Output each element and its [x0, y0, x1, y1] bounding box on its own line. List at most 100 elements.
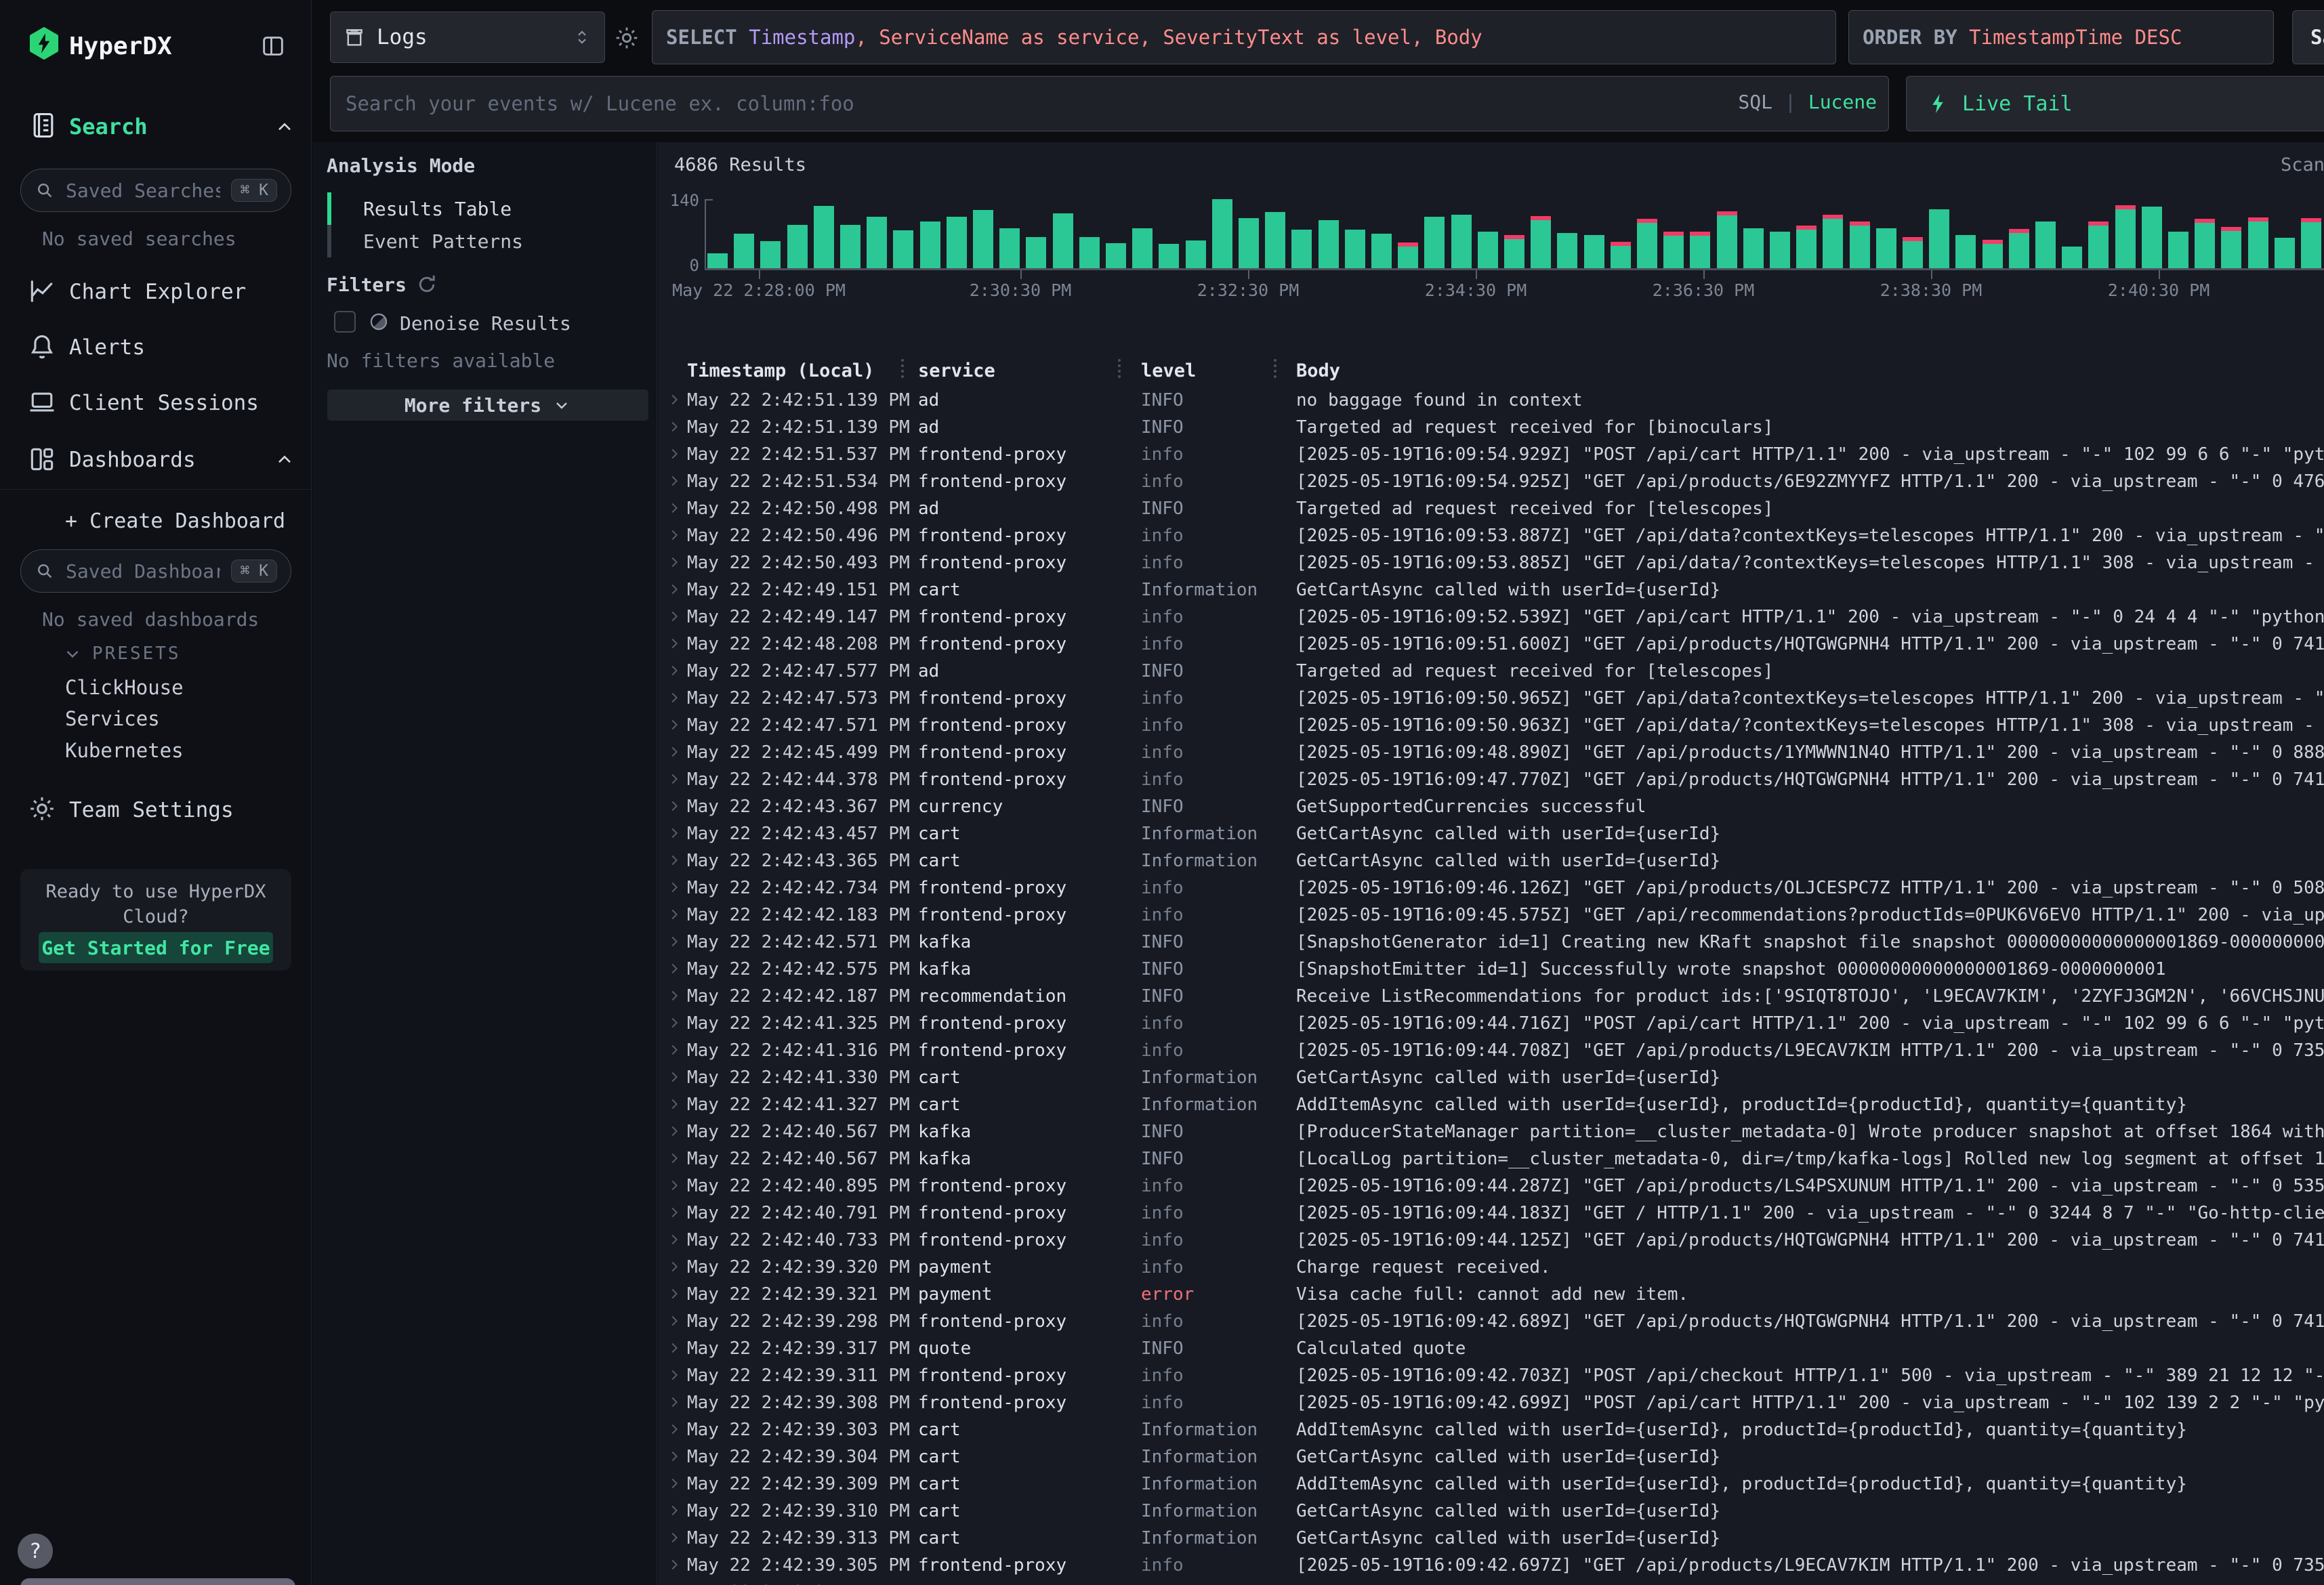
preset-kubernetes[interactable]: Kubernetes: [65, 739, 184, 762]
chart-bar[interactable]: [1850, 221, 1870, 268]
saved-dashboards-search[interactable]: ⌘ K: [20, 549, 291, 593]
row-expand-chevron-icon[interactable]: [667, 1178, 682, 1196]
col-header-body[interactable]: Body: [1296, 360, 1340, 381]
table-row[interactable]: May 22 2:42:50.496 PMfrontend-proxyinfo[…: [664, 522, 2324, 549]
chart-bar[interactable]: [947, 217, 967, 268]
row-expand-chevron-icon[interactable]: [667, 1232, 682, 1250]
table-row[interactable]: May 22 2:42:47.577 PMadINFOTargeted ad r…: [664, 657, 2324, 684]
row-expand-chevron-icon[interactable]: [667, 1340, 682, 1358]
table-row[interactable]: May 22 2:42:42.575 PMkafkaINFO[SnapshotE…: [664, 955, 2324, 982]
row-expand-chevron-icon[interactable]: [667, 1422, 682, 1439]
chart-bar[interactable]: [2275, 238, 2295, 268]
saved-dashboards-input[interactable]: [64, 559, 222, 583]
chart-bar[interactable]: [1663, 232, 1684, 268]
chart-bar[interactable]: [1955, 235, 1976, 268]
row-expand-chevron-icon[interactable]: [667, 392, 682, 410]
table-row[interactable]: May 22 2:42:39.320 PMpaymentinfoCharge r…: [664, 1253, 2324, 1280]
refresh-icon[interactable]: [415, 272, 439, 297]
table-row[interactable]: May 22 2:42:40.733 PMfrontend-proxyinfo[…: [664, 1226, 2324, 1253]
table-row[interactable]: May 22 2:42:51.537 PMfrontend-proxyinfo[…: [664, 440, 2324, 467]
table-row[interactable]: May 22 2:42:43.457 PMcartInformationGetC…: [664, 820, 2324, 847]
chart-bar[interactable]: [893, 230, 913, 268]
chart-bar[interactable]: [2088, 221, 2109, 268]
mode-sql[interactable]: SQL: [1738, 91, 1772, 113]
table-row[interactable]: May 22 2:42:42.183 PMfrontend-proxyinfo[…: [664, 901, 2324, 928]
sidebar-collapse-icon[interactable]: [259, 33, 287, 60]
search-collapse-chevron-icon[interactable]: [274, 117, 295, 138]
row-expand-chevron-icon[interactable]: [667, 1530, 682, 1548]
chart-bar[interactable]: [1424, 217, 1445, 268]
chart-bar[interactable]: [707, 253, 728, 268]
chart-bar[interactable]: [2301, 218, 2321, 268]
column-resize-handle[interactable]: [1118, 359, 1121, 378]
saved-searches-search[interactable]: ⌘ K: [20, 169, 291, 212]
chart-bar[interactable]: [1319, 220, 1339, 268]
sidebar-item-client-sessions[interactable]: Client Sessions: [69, 391, 259, 415]
row-expand-chevron-icon[interactable]: [667, 690, 682, 708]
chart-bar[interactable]: [2168, 232, 2188, 268]
row-expand-chevron-icon[interactable]: [667, 799, 682, 816]
row-expand-chevron-icon[interactable]: [667, 934, 682, 952]
table-row[interactable]: May 22 2:42:41.316 PMfrontend-proxyinfo[…: [664, 1036, 2324, 1063]
create-dashboard-button[interactable]: + Create Dashboard: [65, 509, 285, 533]
chart-bar[interactable]: [1637, 219, 1657, 268]
chart-bar[interactable]: [1929, 209, 1949, 268]
row-expand-chevron-icon[interactable]: [667, 1368, 682, 1385]
presets-chevron-down-icon[interactable]: [62, 643, 83, 664]
more-filters-button[interactable]: More filters: [327, 389, 648, 421]
column-resize-handle[interactable]: [901, 359, 904, 378]
chart-bar[interactable]: [1531, 216, 1551, 268]
presets-header[interactable]: PRESETS: [92, 643, 181, 664]
row-expand-chevron-icon[interactable]: [667, 1070, 682, 1087]
chart-bar[interactable]: [1291, 230, 1312, 268]
table-row[interactable]: May 22 2:42:39.311 PMfrontend-proxyinfo[…: [664, 1361, 2324, 1389]
chart-bar[interactable]: [1026, 237, 1046, 268]
chart-bar[interactable]: [1053, 213, 1073, 268]
table-row[interactable]: May 22 2:42:45.499 PMfrontend-proxyinfo[…: [664, 738, 2324, 765]
denoise-label[interactable]: Denoise Results: [400, 312, 571, 335]
table-row[interactable]: May 22 2:42:47.573 PMfrontend-proxyinfo[…: [664, 684, 2324, 711]
table-row[interactable]: May 22 2:42:49.147 PMfrontend-proxyinfo[…: [664, 603, 2324, 630]
chart-bar[interactable]: [1106, 243, 1126, 268]
row-expand-chevron-icon[interactable]: [667, 528, 682, 545]
chart-bar[interactable]: [1212, 199, 1232, 268]
sidebar-item-team-settings[interactable]: Team Settings: [69, 798, 234, 822]
chart-bar[interactable]: [1584, 235, 1604, 268]
col-header-level[interactable]: level: [1141, 360, 1196, 381]
table-row[interactable]: May 22 2:42:39.308 PMfrontend-proxyinfo[…: [664, 1389, 2324, 1416]
denoise-checkbox[interactable]: [334, 311, 356, 333]
table-row[interactable]: May 22 2:42:43.365 PMcartInformationGetC…: [664, 847, 2324, 874]
row-expand-chevron-icon[interactable]: [667, 772, 682, 789]
row-expand-chevron-icon[interactable]: [667, 1557, 682, 1575]
table-row[interactable]: May 22 2:42:51.534 PMfrontend-proxyinfo[…: [664, 467, 2324, 494]
table-row[interactable]: May 22 2:42:48.208 PMfrontend-proxyinfo[…: [664, 630, 2324, 657]
sidebar-item-search[interactable]: Search: [69, 114, 148, 140]
sidebar-item-alerts[interactable]: Alerts: [69, 335, 145, 360]
row-expand-chevron-icon[interactable]: [667, 880, 682, 897]
row-expand-chevron-icon[interactable]: [667, 1395, 682, 1412]
chart-bar[interactable]: [1903, 237, 1923, 268]
row-expand-chevron-icon[interactable]: [667, 1449, 682, 1466]
chart-bar[interactable]: [973, 210, 993, 268]
column-resize-handle[interactable]: [1274, 359, 1277, 378]
chart-bar[interactable]: [760, 241, 781, 268]
col-header-timestamp[interactable]: Timestamp (Local): [687, 360, 874, 381]
event-search-input[interactable]: [330, 76, 1889, 131]
table-row[interactable]: May 22 2:42:40.567 PMkafkaINFO[ProducerS…: [664, 1118, 2324, 1145]
row-expand-chevron-icon[interactable]: [667, 907, 682, 925]
row-expand-chevron-icon[interactable]: [667, 419, 682, 437]
row-expand-chevron-icon[interactable]: [667, 1313, 682, 1331]
preset-services[interactable]: Services: [65, 707, 160, 730]
chart-bar[interactable]: [1186, 240, 1206, 268]
chart-bar[interactable]: [1371, 234, 1392, 268]
row-expand-chevron-icon[interactable]: [667, 1151, 682, 1168]
chart-bar[interactable]: [2009, 229, 2029, 268]
preset-clickhouse[interactable]: ClickHouse: [65, 676, 184, 699]
row-expand-chevron-icon[interactable]: [667, 1097, 682, 1114]
col-header-service[interactable]: service: [918, 360, 995, 381]
table-row[interactable]: May 22 2:42:39.303 PMcartInformationAddI…: [664, 1416, 2324, 1443]
mode-results-table[interactable]: Results Table: [363, 198, 512, 220]
table-row[interactable]: May 22 2:42:43.367 PMcurrencyINFOGetSupp…: [664, 792, 2324, 820]
chart-bar[interactable]: [1690, 232, 1710, 268]
chart-bar[interactable]: [1504, 235, 1524, 268]
